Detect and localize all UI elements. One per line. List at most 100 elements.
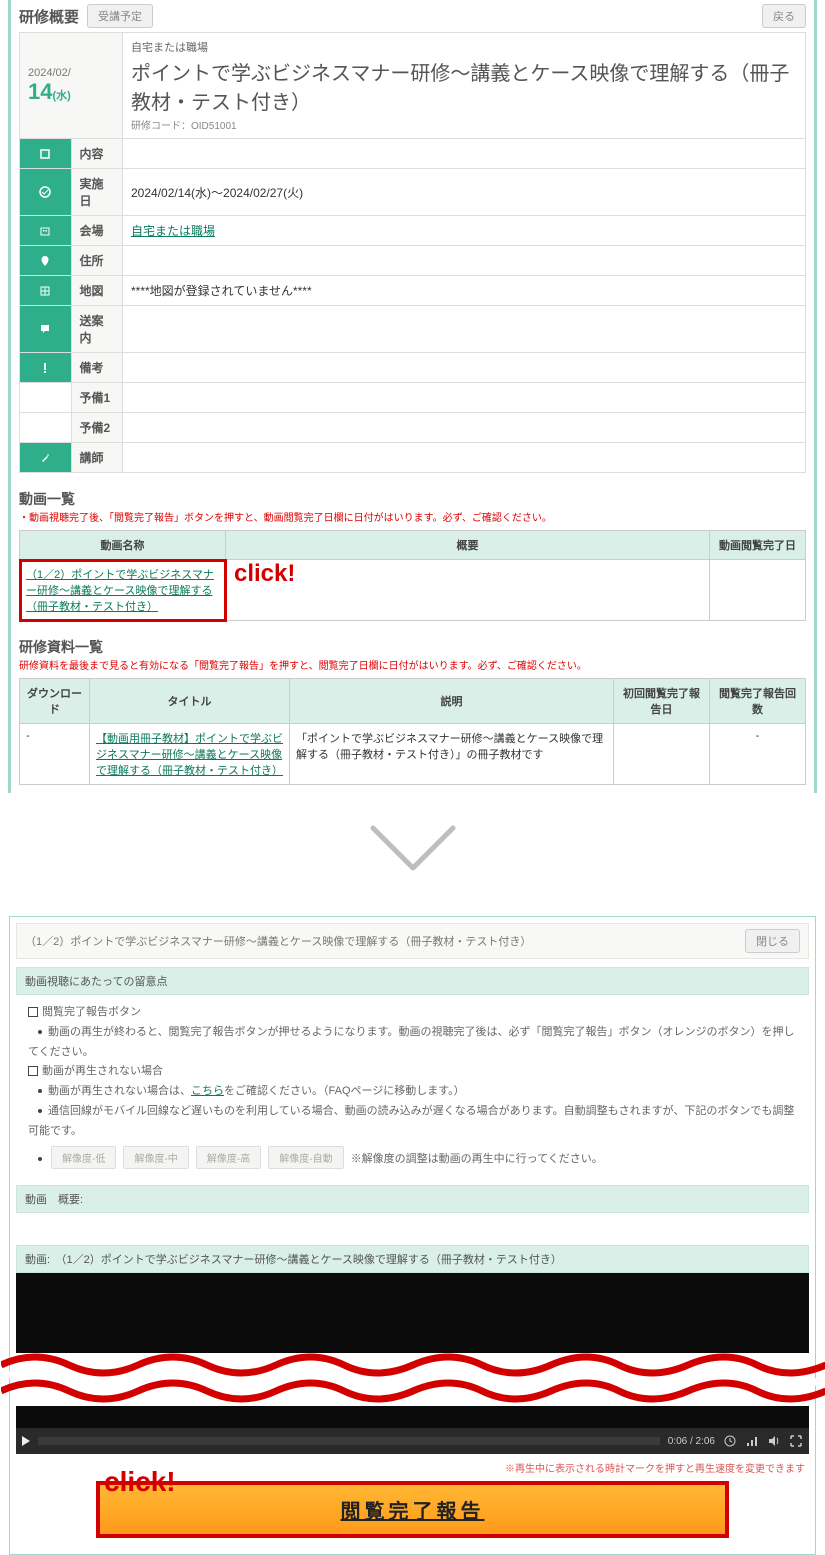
mat-th-dl: ダウンロード — [20, 679, 90, 724]
dot-bullet-icon — [38, 1030, 42, 1034]
course-title: ポイントで学ぶビジネスマナー研修～講義とケース映像で理解する（冊子教材・テスト付… — [131, 57, 797, 115]
guide-value — [123, 306, 806, 353]
dot-bullet-icon — [38, 1109, 42, 1113]
title-cell: 自宅または職場 ポイントで学ぶビジネスマナー研修～講義とケース映像で理解する（冊… — [123, 33, 806, 139]
guide-icon — [20, 306, 72, 353]
overview-table: 2024/02/ 14(水) 自宅または職場 ポイントで学ぶビジネスマナー研修～… — [19, 32, 806, 473]
notes-b1: 閲覧完了報告ボタン — [42, 1006, 141, 1018]
mat-count: - — [710, 724, 806, 785]
dot-bullet-icon — [38, 1157, 42, 1161]
address-label: 住所 — [71, 246, 123, 276]
material-link[interactable]: 【動画用冊子教材】ポイントで学ぶビジネスマナー研修～講義とケース映像で理解する（… — [96, 733, 283, 777]
video-heading: 動画: （1／2）ポイントで学ぶビジネスマナー研修～講義とケース映像で理解する（… — [16, 1245, 809, 1273]
mat-th-desc: 説明 — [290, 679, 614, 724]
video-row-done — [710, 560, 806, 621]
spare2-value — [123, 413, 806, 443]
faq-link[interactable]: こちら — [191, 1085, 224, 1097]
volume-icon[interactable] — [767, 1434, 781, 1448]
notes-b2: 動画が再生されない場合 — [42, 1065, 163, 1077]
lecturer-value — [123, 443, 806, 473]
mat-first — [614, 724, 710, 785]
res-auto-button[interactable]: 解像度-自動 — [268, 1146, 343, 1169]
video-th-done: 動画閲覧完了日 — [710, 531, 806, 560]
guide-label: 送案内 — [71, 306, 123, 353]
video-canvas-bottom[interactable] — [16, 1406, 809, 1428]
video-warning: ・動画視聴完了後、「閲覧完了報告」ボタンを押すと、動画閲覧完了日欄に日付がはいり… — [19, 511, 806, 526]
date-ym: 2024/02/ — [28, 67, 114, 79]
video-th-summary: 概要 — [226, 531, 710, 560]
timeline-slider[interactable] — [38, 1437, 660, 1445]
notes-li2b: をご確認ください。（FAQページに移動します。） — [224, 1085, 465, 1097]
dot-bullet-icon — [38, 1089, 42, 1093]
map-label: 地図 — [71, 276, 123, 306]
res-mid-button[interactable]: 解像度-中 — [123, 1146, 188, 1169]
material-warning: 研修資料を最後まで見ると有効になる「閲覧完了報告」を押すと、閲覧完了日欄に日付が… — [19, 659, 806, 674]
venue-value: 自宅または職場 — [123, 216, 806, 246]
back-button[interactable]: 戻る — [762, 4, 806, 28]
square-bullet-icon — [28, 1007, 38, 1017]
venue-link[interactable]: 自宅または職場 — [131, 224, 215, 238]
course-code: 研修コード：OID51001 — [131, 117, 797, 132]
notes-body: 閲覧完了報告ボタン 動画の再生が終わると、閲覧完了報告ボタンが押せるようになりま… — [16, 995, 809, 1177]
wave-divider — [1, 1353, 825, 1406]
date-cell: 2024/02/ 14(水) — [20, 33, 123, 139]
mat-th-first: 初回閲覧完了報告日 — [614, 679, 710, 724]
square-bullet-icon — [28, 1066, 38, 1076]
address-value — [123, 246, 806, 276]
close-button[interactable]: 閉じる — [745, 929, 800, 953]
video-link[interactable]: （1／2）ポイントで学ぶビジネスマナー研修～講義とケース映像で理解する（冊子教材… — [26, 569, 214, 613]
content-icon — [20, 139, 72, 169]
mat-title: 【動画用冊子教材】ポイントで学ぶビジネスマナー研修～講義とケース映像で理解する（… — [90, 724, 290, 785]
date-label: 実施日 — [71, 169, 123, 216]
video-canvas[interactable] — [16, 1273, 809, 1353]
spare2-icon — [20, 413, 72, 443]
video-th-name: 動画名称 — [20, 531, 226, 560]
notes-li3: 通信回線がモバイル回線など遅いものを利用している場合、動画の読み込みが遅くなる場… — [28, 1105, 794, 1137]
notes-heading: 動画視聴にあたっての留意点 — [16, 967, 809, 995]
time-display: 0:06 / 2:06 — [668, 1436, 715, 1447]
schedule-button[interactable]: 受講予定 — [87, 4, 153, 28]
res-note: ※解像度の調整は動画の再生中に行ってください。 — [351, 1153, 603, 1165]
video-table: 動画名称概要動画閲覧完了日 （1／2）ポイントで学ぶビジネスマナー研修～講義とケ… — [19, 530, 806, 621]
spare1-icon — [20, 383, 72, 413]
video-player[interactable]: 0:06 / 2:06 — [16, 1273, 809, 1454]
note-value — [123, 353, 806, 383]
mat-th-title: タイトル — [90, 679, 290, 724]
panel-header: （1／2）ポイントで学ぶビジネスマナー研修～講義とケース映像で理解する（冊子教材… — [16, 923, 809, 959]
map-value: ****地図が登録されていません**** — [123, 276, 806, 306]
date-value: 2024/02/14(水)～2024/02/27(火) — [123, 169, 806, 216]
video-row-summary — [226, 560, 710, 621]
player-controls: 0:06 / 2:06 — [16, 1428, 809, 1454]
fullscreen-icon[interactable] — [789, 1434, 803, 1448]
spare2-label: 予備2 — [71, 413, 123, 443]
clock-icon[interactable] — [723, 1434, 737, 1448]
summary-heading: 動画 概要: — [16, 1185, 809, 1213]
mat-dl: - — [20, 724, 90, 785]
res-high-button[interactable]: 解像度-高 — [196, 1146, 261, 1169]
flow-arrow — [0, 823, 825, 886]
spare1-value — [123, 383, 806, 413]
signal-icon[interactable] — [745, 1434, 759, 1448]
complete-report-button[interactable]: 閲覧完了報告 — [96, 1481, 729, 1538]
notes-li1: 動画の再生が終わると、閲覧完了報告ボタンが押せるようになります。動画の視聴完了後… — [28, 1026, 794, 1058]
date-icon — [20, 169, 72, 216]
res-low-button[interactable]: 解像度-低 — [51, 1146, 116, 1169]
material-table: ダウンロード タイトル 説明 初回閲覧完了報告日 閲覧完了報告回数 - 【動画用… — [19, 678, 806, 785]
click-annotation: click! — [234, 560, 295, 588]
material-heading: 研修資料一覧 — [19, 637, 806, 657]
venue-label: 会場 — [71, 216, 123, 246]
spare1-label: 予備1 — [71, 383, 123, 413]
play-icon[interactable] — [22, 1436, 30, 1446]
map-icon — [20, 276, 72, 306]
video-list-heading: 動画一覧 — [19, 489, 806, 509]
location-sub: 自宅または職場 — [131, 39, 797, 55]
content-value — [123, 139, 806, 169]
video-row-name: （1／2）ポイントで学ぶビジネスマナー研修～講義とケース映像で理解する（冊子教材… — [20, 560, 226, 621]
note-icon — [20, 353, 72, 383]
lecturer-icon — [20, 443, 72, 473]
breadcrumb: （1／2）ポイントで学ぶビジネスマナー研修～講義とケース映像で理解する（冊子教材… — [25, 933, 531, 949]
venue-icon — [20, 216, 72, 246]
section-title: 研修概要 — [19, 6, 79, 27]
notes-li2a: 動画が再生されない場合は、 — [48, 1085, 191, 1097]
address-icon — [20, 246, 72, 276]
